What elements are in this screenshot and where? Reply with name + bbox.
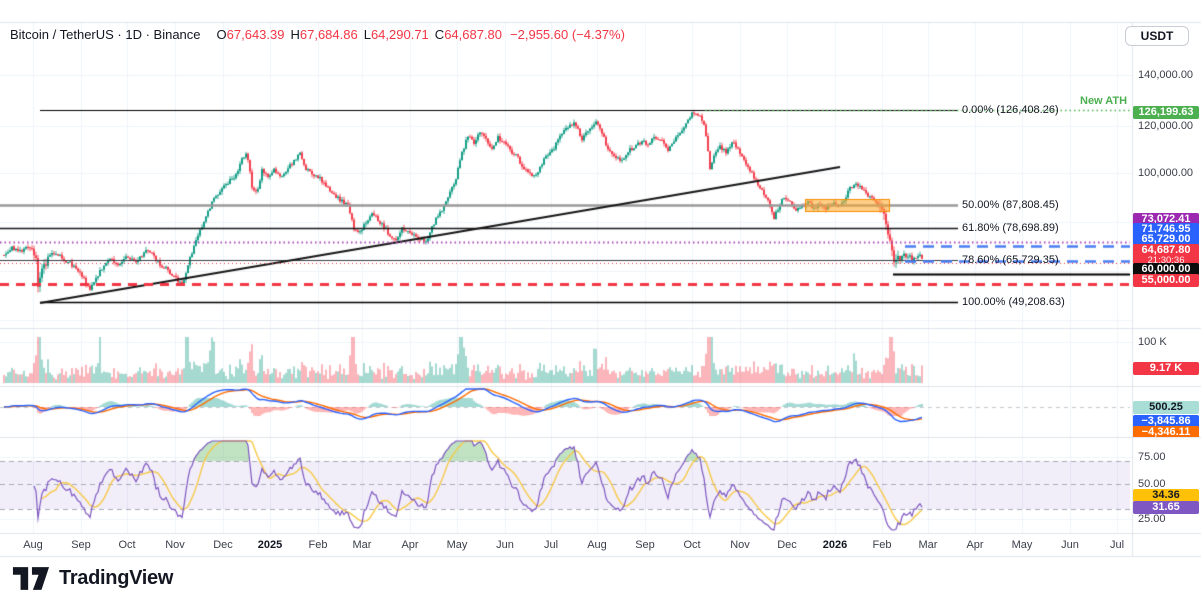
month-axis-label: Jun (1061, 539, 1079, 551)
symbol-title[interactable]: Bitcoin / TetherUS · 1D · Binance (10, 27, 201, 42)
scale-label: 100 K (1138, 336, 1167, 348)
ohlc-high-value: 67,684.86 (299, 27, 358, 42)
month-axis-label: Feb (308, 539, 328, 551)
ohlc-open-label: O (216, 27, 227, 42)
month-axis-label: May (446, 539, 468, 551)
last-price-badge: 64,687.80 21:30:36 (1133, 244, 1199, 265)
ohlc-high-label: H (290, 27, 300, 42)
fib-level-label: 78.60% (65,729.35) (962, 254, 1059, 266)
tradingview-logo-icon (12, 567, 50, 590)
currency-toggle-button[interactable]: USDT (1125, 26, 1189, 46)
macd-hist-badge: 500.25 (1133, 400, 1199, 414)
month-axis-label: Dec (213, 539, 233, 551)
ohlc-close-label: C (434, 27, 445, 42)
brand-name: TradingView (59, 567, 174, 589)
scale-label: 100,000.00 (1138, 167, 1194, 179)
ohlc-low-label: L (363, 27, 371, 42)
year-axis-label: 2025 (257, 539, 283, 551)
month-axis-label: Oct (683, 539, 701, 551)
month-axis-label: Feb (872, 539, 892, 551)
ohlc-close-value: 64,687.80 (444, 27, 503, 42)
macd-signal-badge: −4,346.11 (1133, 426, 1199, 437)
rsi-ma-badge: 34.36 (1133, 488, 1199, 502)
ohlc-open-value: 67,643.39 (226, 27, 285, 42)
fib-level-label: 61.80% (78,698.89) (962, 222, 1059, 234)
month-axis-label: Sep (71, 539, 91, 551)
ath-price-badge: 126,199.63 (1133, 105, 1199, 119)
month-axis-label: Jul (1109, 539, 1125, 551)
level-55000-badge: 55,000.00 (1133, 274, 1199, 287)
ohlc-low-value: 64,290.71 (370, 27, 429, 42)
new-ath-label: New ATH (1080, 95, 1128, 107)
month-axis-label: Nov (165, 539, 185, 551)
year-axis-label: 2026 (822, 539, 848, 551)
scale-label: 25.00 (1138, 513, 1166, 525)
fib-level-label: 0.00% (126,408.26) (962, 104, 1059, 116)
month-axis-label: Apr (401, 539, 419, 551)
month-axis-label: Mar (918, 539, 938, 551)
change-value: −2,955.60 (−4.37%) (510, 27, 625, 42)
footer-brand[interactable]: TradingView (12, 566, 173, 591)
month-axis-label: Jul (543, 539, 559, 551)
month-axis-label: Mar (352, 539, 372, 551)
symbol-legend: Bitcoin / TetherUS · 1D · Binance O67,643… (10, 27, 625, 42)
month-axis-label: May (1011, 539, 1033, 551)
month-axis-label: Apr (966, 539, 984, 551)
scale-label: 75.00 (1138, 451, 1166, 463)
month-axis-label: Dec (777, 539, 797, 551)
fib-level-label: 100.00% (49,208.63) (962, 296, 1065, 308)
month-axis-label: Nov (730, 539, 750, 551)
month-axis-label: Sep (635, 539, 655, 551)
fib-level-label: 50.00% (87,808.45) (962, 199, 1059, 211)
month-axis-label: Oct (118, 539, 136, 551)
rsi-value-badge: 31.65 (1133, 500, 1199, 514)
scale-label: 120,000.00 (1138, 120, 1194, 132)
month-axis-label: Aug (587, 539, 607, 551)
month-axis-label: Aug (23, 539, 43, 551)
scale-label: 140,000.00 (1138, 69, 1194, 81)
tradingview-chart-page: M_MTrades created with TradingView.com, … (0, 0, 1201, 608)
month-axis-label: Jun (496, 539, 514, 551)
volume-value-badge: 9.17 K (1133, 361, 1199, 375)
price-chart-canvas[interactable] (0, 0, 1201, 560)
